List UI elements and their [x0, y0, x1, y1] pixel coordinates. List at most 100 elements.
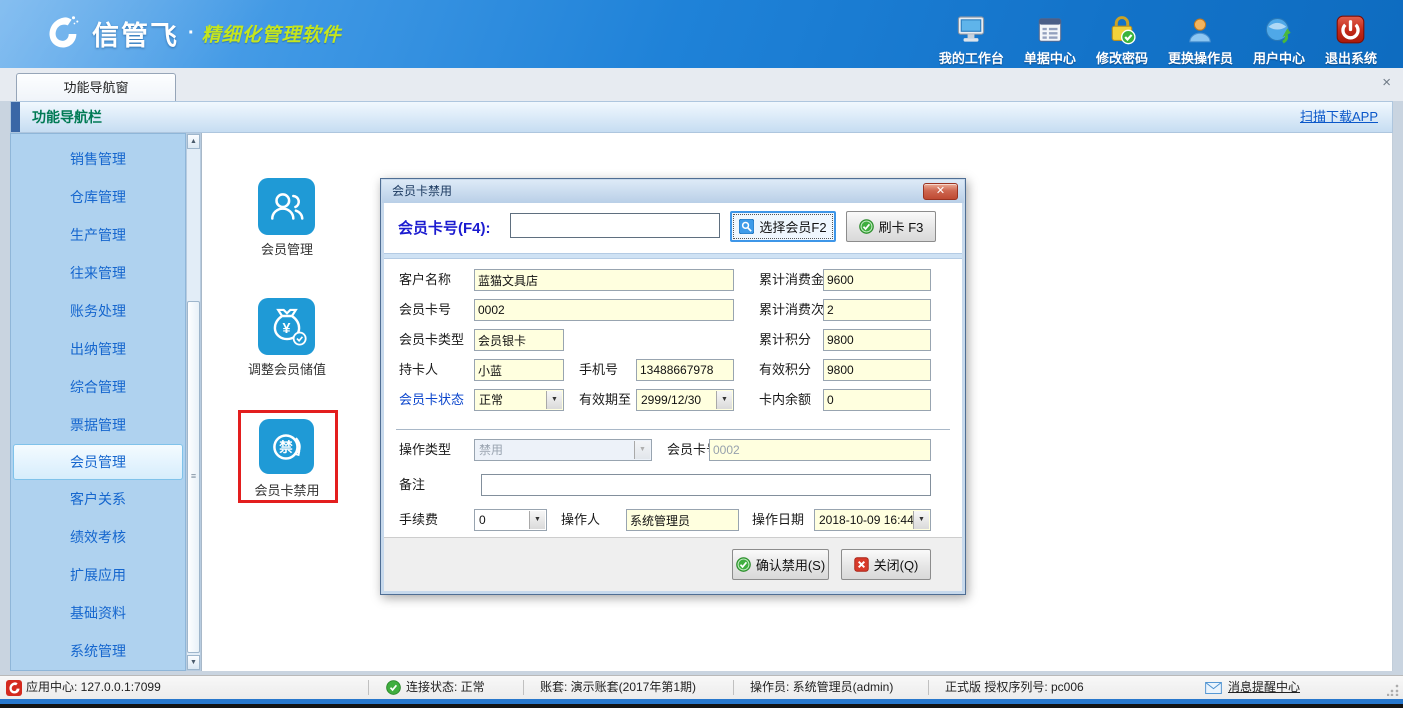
adjust-stored-value-label[interactable]: 调整会员储值: [222, 359, 352, 378]
svg-text:禁: 禁: [279, 439, 293, 455]
swipe-card-button[interactable]: 刷卡 F3: [846, 211, 936, 242]
sidebar-item-contacts[interactable]: 往来管理: [11, 254, 185, 292]
sidebar-nav: 销售管理 仓库管理 生产管理 往来管理 账务处理 出纳管理 综合管理 票据管理 …: [10, 133, 186, 671]
close-dialog-button[interactable]: 关闭(Q): [841, 549, 931, 580]
documents-icon: [1035, 9, 1065, 45]
switch-operator-button[interactable]: 更换操作员: [1168, 9, 1233, 67]
user-center-button[interactable]: 用户中心: [1253, 9, 1305, 67]
total-points-field[interactable]: [823, 329, 931, 351]
sidebar-scrollbar[interactable]: ▲ ≡ ▼: [186, 133, 201, 671]
fee-select[interactable]: 0 ▼: [474, 509, 547, 531]
mobile-field[interactable]: [636, 359, 734, 381]
total-amount-field[interactable]: [823, 269, 931, 291]
member-management-shortcut[interactable]: [258, 178, 315, 235]
sidebar-item-customer-relations[interactable]: 客户关系: [11, 480, 185, 518]
card-disable-label[interactable]: 会员卡禁用: [222, 480, 352, 499]
brand-tagline: 精细化管理软件: [202, 20, 342, 47]
tab-function-navigator[interactable]: 功能导航窗: [16, 73, 176, 101]
balance-field[interactable]: [823, 389, 931, 411]
holder-field[interactable]: [474, 359, 564, 381]
sidebar-item-cashier[interactable]: 出纳管理: [11, 330, 185, 368]
adjust-stored-value-icon: ¥: [265, 305, 309, 349]
check-circle-icon: [859, 219, 874, 234]
exit-power-icon: [1335, 9, 1366, 45]
tab-close-icon[interactable]: ×: [1382, 76, 1391, 90]
valid-until-select[interactable]: 2999/12/30 ▼: [636, 389, 734, 411]
resize-grip[interactable]: [1387, 684, 1399, 696]
operator-status: 操作员: 系统管理员(admin): [750, 676, 893, 699]
scan-download-app-link[interactable]: 扫描下载APP: [1300, 102, 1378, 132]
account-set-status: 账套: 演示账套(2017年第1期): [540, 676, 696, 699]
dialog-close-icon[interactable]: ✕: [923, 183, 958, 200]
sidebar-item-accounting[interactable]: 账务处理: [11, 292, 185, 330]
sidebar-item-extensions[interactable]: 扩展应用: [11, 556, 185, 594]
document-center-button[interactable]: 单据中心: [1024, 9, 1076, 67]
chevron-down-icon[interactable]: ▼: [546, 391, 562, 409]
sidebar-item-production[interactable]: 生产管理: [11, 216, 185, 254]
sidebar-item-system[interactable]: 系统管理: [11, 632, 185, 670]
bottom-edge: [0, 704, 1403, 708]
svg-text:¥: ¥: [282, 321, 290, 337]
search-icon: [739, 219, 754, 234]
workbench-button[interactable]: 我的工作台: [939, 9, 1004, 67]
password-lock-icon: [1106, 9, 1138, 45]
operation-card-no-field: [709, 439, 931, 461]
card-status-select[interactable]: 正常 ▼: [474, 389, 564, 411]
chevron-down-icon[interactable]: ▼: [529, 511, 545, 529]
sidebar-item-comprehensive[interactable]: 综合管理: [11, 368, 185, 406]
app-center-status: 应用中心: 127.0.0.1:7099: [26, 676, 161, 699]
card-number-input[interactable]: [510, 213, 720, 238]
brand-logo: 信管飞 · 精细化管理软件: [42, 12, 342, 54]
sidebar-item-warehouse[interactable]: 仓库管理: [11, 178, 185, 216]
application-window: 信管飞 · 精细化管理软件 我的工作台: [0, 0, 1403, 708]
dialog-content: 会员卡号(F4): 选择会员F2 刷卡 F3 客户名: [384, 203, 962, 591]
mobile-label: 手机号: [579, 359, 618, 381]
card-type-field[interactable]: [474, 329, 564, 351]
license-status: 正式版 授权序列号: pc006: [945, 676, 1084, 699]
chevron-down-icon[interactable]: ▼: [913, 511, 929, 529]
remark-label: 备注: [399, 474, 425, 496]
scroll-down-icon[interactable]: ▼: [187, 655, 200, 670]
fee-label: 手续费: [399, 509, 438, 531]
top-banner: 信管飞 · 精细化管理软件 我的工作台: [0, 0, 1403, 68]
operator-field[interactable]: [626, 509, 739, 531]
dialog-title[interactable]: 会员卡禁用: [382, 180, 964, 203]
brand-name: 信管飞: [92, 14, 179, 53]
connection-status: 连接状态: 正常: [406, 676, 485, 699]
chevron-down-icon[interactable]: ▼: [716, 391, 732, 409]
sidebar-item-members[interactable]: 会员管理: [13, 444, 183, 480]
members-icon: [266, 186, 308, 228]
workbench-monitor-icon: [955, 9, 987, 45]
customer-name-field[interactable]: [474, 269, 734, 291]
card-disable-icon: 禁: [266, 426, 308, 468]
select-member-button[interactable]: 选择会员F2: [730, 211, 836, 242]
change-password-button[interactable]: 修改密码: [1096, 9, 1148, 67]
connection-ok-icon: [386, 680, 401, 698]
quick-actions: 我的工作台 单据中心: [939, 9, 1377, 67]
message-center-link[interactable]: 消息提醒中心: [1228, 676, 1300, 699]
sidebar-item-base-data[interactable]: 基础资料: [11, 594, 185, 632]
sidebar-item-sales[interactable]: 销售管理: [11, 140, 185, 178]
card-no-field[interactable]: [474, 299, 734, 321]
app-logo-icon: [6, 680, 22, 699]
exit-system-button[interactable]: 退出系统: [1325, 9, 1377, 67]
scrollbar-thumb[interactable]: ≡: [187, 301, 200, 653]
member-management-label[interactable]: 会员管理: [222, 239, 352, 258]
sidebar-item-performance[interactable]: 绩效考核: [11, 518, 185, 556]
customer-name-label: 客户名称: [399, 269, 451, 291]
adjust-stored-value-shortcut[interactable]: ¥: [258, 298, 315, 355]
valid-points-field[interactable]: [823, 359, 931, 381]
horizontal-divider: [396, 429, 950, 430]
confirm-disable-button[interactable]: 确认禁用(S): [732, 549, 829, 580]
operation-date-label: 操作日期: [752, 509, 804, 531]
remark-input[interactable]: [481, 474, 931, 496]
sidebar-item-invoices[interactable]: 票据管理: [11, 406, 185, 444]
scroll-up-icon[interactable]: ▲: [187, 134, 200, 149]
envelope-icon: [1205, 682, 1222, 697]
chevron-down-icon: ▼: [634, 441, 650, 459]
operation-date-select[interactable]: 2018-10-09 16:44 ▼: [814, 509, 931, 531]
nav-accent-block: [11, 102, 20, 132]
scrollbar-grip: ≡: [188, 471, 199, 481]
total-times-field[interactable]: [823, 299, 931, 321]
card-disable-shortcut[interactable]: 禁: [259, 419, 314, 474]
